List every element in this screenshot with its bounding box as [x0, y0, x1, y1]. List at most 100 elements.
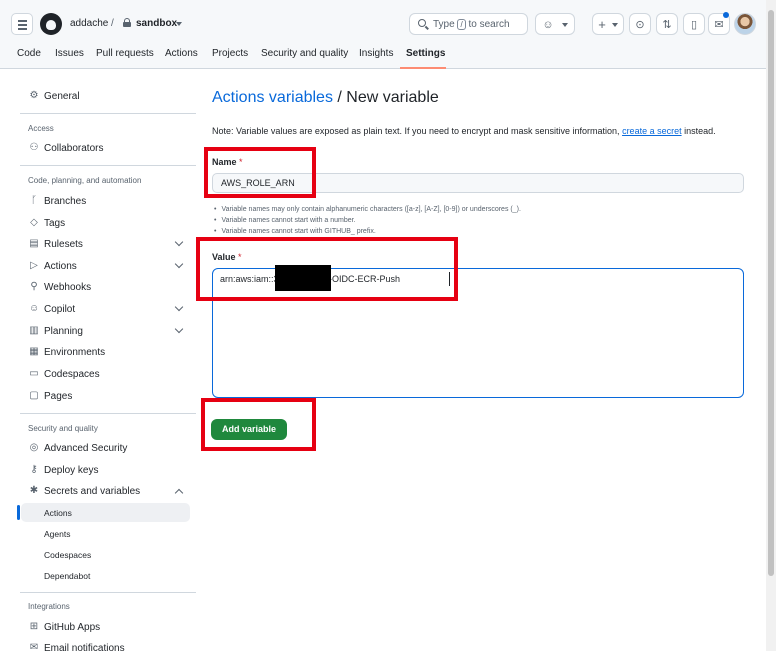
active-tab-indicator — [400, 67, 446, 69]
codescan-icon: ◎ — [29, 442, 39, 453]
search-icon — [418, 19, 426, 27]
issues-button[interactable]: ⊙ — [629, 13, 651, 35]
create-new-button[interactable]: + — [592, 13, 624, 35]
sidebar-item-deploy-keys[interactable]: Deploy keys — [44, 465, 98, 476]
sidebar-item-rulesets[interactable]: Rulesets — [44, 239, 83, 250]
name-hint: Variable names may only contain alphanum… — [214, 206, 520, 213]
scrollbar-thumb[interactable] — [768, 10, 774, 576]
browser-icon: ▢ — [29, 390, 39, 401]
sidebar-item-advanced-security[interactable]: Advanced Security — [44, 443, 127, 454]
rulesets-chevron-down-icon[interactable] — [174, 237, 184, 247]
search-input[interactable]: Type / to search — [409, 13, 528, 35]
tab-settings[interactable]: Settings — [406, 48, 445, 59]
tab-actions[interactable]: Actions — [165, 48, 198, 59]
note-text-end: instead. — [681, 126, 716, 136]
sidebar-heading-security: Security and quality — [28, 424, 98, 433]
key-asterisk-icon: ✱ — [29, 485, 39, 496]
sidebar-divider — [20, 113, 196, 114]
tab-pull-requests[interactable]: Pull requests — [96, 48, 154, 59]
sidebar-divider — [20, 592, 196, 593]
repo-chevron-down-icon[interactable] — [176, 22, 182, 26]
pull-requests-button[interactable]: ⇅ — [656, 13, 678, 35]
tab-issues[interactable]: Issues — [55, 48, 84, 59]
sidebar-item-collaborators[interactable]: Collaborators — [44, 143, 103, 154]
repositories-button[interactable]: ▯ — [683, 13, 705, 35]
sidebar-heading-code-planning: Code, planning, and automation — [28, 176, 142, 185]
avatar[interactable] — [734, 13, 756, 35]
sidebar-item-tags[interactable]: Tags — [44, 218, 65, 229]
copilot-chevron-down-icon[interactable] — [174, 302, 184, 312]
actions-chevron-down-icon[interactable] — [174, 259, 184, 269]
copilot-icon: ☺ — [29, 303, 40, 314]
sidebar-item-copilot[interactable]: Copilot — [44, 304, 75, 315]
sidebar-subitem-agents[interactable]: Agents — [44, 529, 70, 539]
sidebar-item-planning[interactable]: Planning — [44, 326, 83, 337]
repo-push-icon: ▤ — [29, 238, 39, 249]
tab-security-and-quality[interactable]: Security and quality — [261, 48, 348, 59]
sidebar-heading-access: Access — [28, 124, 54, 133]
lock-icon — [123, 18, 131, 27]
actions-variables-link[interactable]: Actions variables — [212, 89, 333, 106]
server-icon: ▦ — [29, 346, 39, 357]
plain-text-note: Note: Variable values are exposed as pla… — [212, 126, 716, 136]
sidebar-item-actions[interactable]: Actions — [44, 261, 77, 272]
breadcrumb-separator: / — [111, 18, 114, 29]
page-title-suffix: / New variable — [332, 89, 439, 106]
search-placeholder: Type / to search — [433, 19, 510, 30]
sidebar-item-pages[interactable]: Pages — [44, 391, 72, 402]
sidebar-item-environments[interactable]: Environments — [44, 347, 105, 358]
play-icon: ▷ — [30, 260, 38, 271]
create-secret-link[interactable]: create a secret — [622, 126, 682, 136]
sidebar-item-webhooks[interactable]: Webhooks — [44, 282, 91, 293]
sidebar-divider — [20, 413, 196, 414]
search-prefix: Type — [433, 19, 455, 30]
copilot-button[interactable]: ☺ — [535, 13, 575, 35]
name-hint: Variable names cannot start with GITHUB_… — [214, 228, 375, 235]
plus-icon: + — [598, 17, 606, 32]
webhook-icon: ⚲ — [30, 281, 38, 292]
people-icon: ⚇ — [29, 142, 39, 153]
annotation-box-value — [196, 237, 458, 301]
git-branch-icon: ᚴ — [31, 195, 37, 206]
github-logo-icon[interactable] — [40, 13, 62, 35]
repo-icon: ▯ — [690, 19, 698, 31]
sidebar-item-email-notifications[interactable]: Email notifications — [44, 643, 125, 651]
gear-icon: ⚙ — [29, 90, 39, 101]
copilot-icon: ☺ — [542, 19, 554, 31]
sidebar-item-codespaces[interactable]: Codespaces — [44, 369, 100, 380]
secrets-chevron-up-icon[interactable] — [174, 488, 184, 498]
sidebar-divider — [20, 165, 196, 166]
menu-button[interactable] — [11, 13, 33, 35]
sidebar-item-secrets-and-variables[interactable]: Secrets and variables — [44, 486, 140, 497]
annotation-box-add-button — [201, 398, 316, 451]
search-suffix: to search — [468, 19, 510, 30]
table-icon: ▥ — [29, 325, 39, 336]
git-pull-request-icon: ⇅ — [662, 19, 672, 31]
sidebar-item-branches[interactable]: Branches — [44, 196, 86, 207]
note-text: Note: Variable values are exposed as pla… — [212, 126, 623, 136]
breadcrumb-repo[interactable]: sandbox — [136, 18, 177, 29]
tab-code[interactable]: Code — [17, 48, 41, 59]
tag-icon: ◇ — [30, 217, 38, 228]
mail-icon: ✉ — [29, 642, 39, 651]
issue-opened-icon: ⊙ — [635, 19, 645, 31]
name-hint: Variable names cannot start with a numbe… — [214, 217, 355, 224]
notification-indicator — [723, 12, 729, 18]
tab-projects[interactable]: Projects — [212, 48, 248, 59]
create-chevron-down-icon — [612, 23, 618, 27]
sidebar-active-indicator — [17, 505, 20, 520]
breadcrumb-owner[interactable]: addache — [70, 18, 108, 29]
sidebar-subitem-codespaces[interactable]: Codespaces — [44, 550, 91, 560]
sidebar-subitem-dependabot[interactable]: Dependabot — [44, 571, 90, 581]
planning-chevron-down-icon[interactable] — [174, 324, 184, 334]
sidebar-item-github-apps[interactable]: GitHub Apps — [44, 622, 100, 633]
annotation-box-name — [204, 147, 316, 198]
tab-insights[interactable]: Insights — [359, 48, 393, 59]
search-shortcut-key: / — [457, 19, 466, 30]
copilot-chevron-down-icon — [562, 23, 568, 27]
codespaces-icon: ▭ — [29, 368, 39, 379]
sidebar-item-general[interactable]: General — [44, 91, 80, 102]
apps-icon: ⊞ — [29, 621, 39, 632]
sidebar-heading-integrations: Integrations — [28, 602, 70, 611]
sidebar-subitem-actions[interactable]: Actions — [44, 508, 72, 518]
